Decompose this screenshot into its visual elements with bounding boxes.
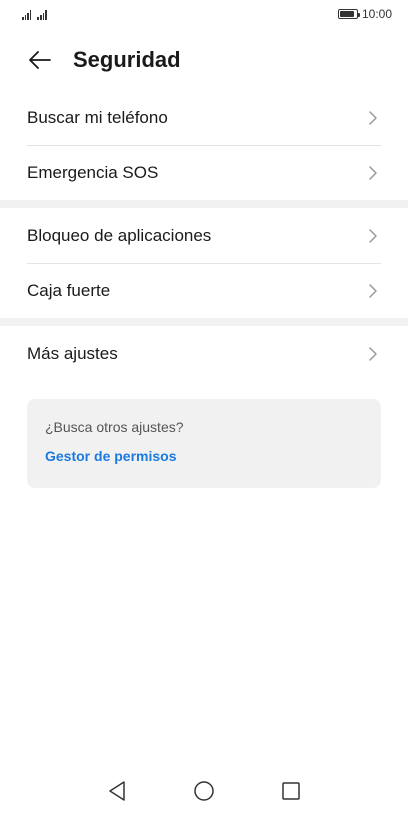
- signal-icon: [22, 10, 32, 20]
- chevron-right-icon: [367, 346, 379, 362]
- battery-level: [339, 11, 355, 17]
- chevron-right-icon: [367, 228, 379, 244]
- nav-back-button[interactable]: [103, 777, 132, 806]
- nav-recents-button[interactable]: [277, 777, 306, 806]
- chevron-right-icon: [367, 283, 379, 299]
- back-button[interactable]: [26, 46, 54, 74]
- status-time: 10:00: [361, 7, 392, 21]
- nav-home-button[interactable]: [190, 777, 219, 806]
- section-separator: [0, 318, 408, 326]
- menu-item-label: Bloqueo de aplicaciones: [27, 226, 212, 245]
- menu-item-emergencia-sos[interactable]: Emergencia SOS: [27, 145, 381, 199]
- settings-group-1: Buscar mi teléfono Emergencia SOS: [0, 91, 408, 199]
- menu-item-buscar-mi-telefono[interactable]: Buscar mi teléfono: [27, 91, 381, 145]
- page-title: Seguridad: [73, 47, 181, 72]
- menu-item-label: Buscar mi teléfono: [27, 108, 168, 127]
- signal-indicators: [22, 8, 47, 20]
- settings-group-2: Bloqueo de aplicaciones Caja fuerte: [0, 209, 408, 317]
- status-bar: 10:00: [0, 0, 408, 28]
- chevron-right-icon: [367, 110, 379, 126]
- battery-icon: [337, 9, 360, 19]
- menu-item-label: Emergencia SOS: [27, 162, 159, 182]
- menu-item-label: Más ajustes: [27, 344, 118, 363]
- menu-item-mas-ajustes[interactable]: Más ajustes: [27, 327, 381, 381]
- section-separator: [0, 200, 408, 208]
- signal-icon: [37, 10, 47, 20]
- settings-screen: 10:00 Seguridad Buscar mi teléfono Emerg…: [0, 0, 408, 816]
- menu-item-label: Caja fuerte: [27, 280, 111, 300]
- arrow-left-icon: [29, 51, 51, 69]
- menu-item-bloqueo-de-aplicaciones[interactable]: Bloqueo de aplicaciones: [27, 209, 381, 263]
- navigation-bar: [0, 765, 408, 816]
- suggestion-card: ¿Busca otros ajustes? Gestor de permisos: [27, 399, 381, 488]
- suggestion-hint: ¿Busca otros ajustes?: [45, 419, 184, 435]
- permission-manager-link[interactable]: Gestor de permisos: [45, 448, 363, 464]
- back-triangle-icon: [109, 781, 125, 801]
- status-right: 10:00: [337, 7, 392, 21]
- recents-square-icon: [282, 782, 300, 800]
- menu-item-caja-fuerte[interactable]: Caja fuerte: [27, 263, 381, 317]
- header: Seguridad: [0, 36, 408, 84]
- chevron-right-icon: [367, 165, 379, 181]
- settings-group-3: Más ajustes: [0, 327, 408, 381]
- home-circle-icon: [194, 781, 214, 801]
